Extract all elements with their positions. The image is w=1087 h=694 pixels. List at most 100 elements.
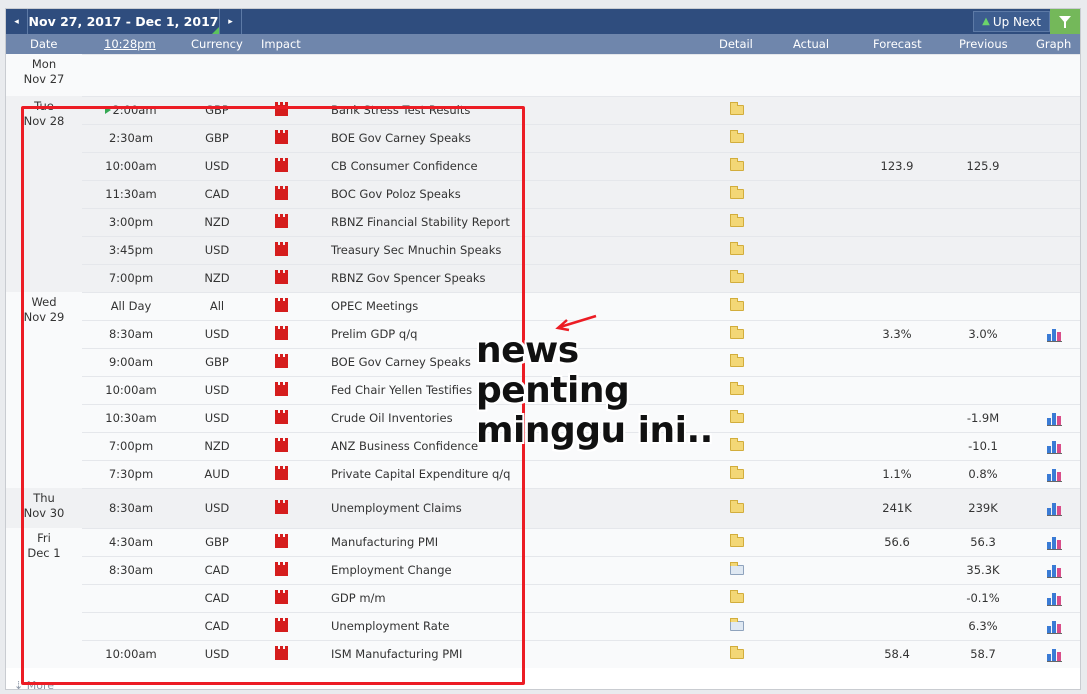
event-forecast: 241K xyxy=(882,501,912,515)
event-title[interactable]: Fed Chair Yellen Testifies xyxy=(331,377,472,404)
event-title[interactable]: BOC Gov Poloz Speaks xyxy=(331,181,461,208)
event-title[interactable]: Employment Change xyxy=(331,557,452,584)
event-title[interactable]: CB Consumer Confidence xyxy=(331,153,478,180)
event-title[interactable]: Crude Oil Inventories xyxy=(331,405,453,432)
event-time-text: 2:30am xyxy=(108,131,154,145)
event-currency: USD xyxy=(204,327,230,341)
graph-chart-icon[interactable] xyxy=(1047,328,1062,342)
impact-high-icon xyxy=(275,382,288,396)
graph-chart-icon[interactable] xyxy=(1047,648,1062,662)
annotation-line-2: minggu ini.. xyxy=(476,410,713,451)
detail-folder-icon[interactable] xyxy=(730,618,744,631)
graph-chart-icon[interactable] xyxy=(1047,592,1062,606)
event-time: 7:00pm xyxy=(82,265,180,292)
event-row[interactable]: 3:45pm USD Treasury Sec Mnuchin Speaks xyxy=(82,236,1080,264)
detail-folder-icon[interactable] xyxy=(730,590,744,603)
week-range-label[interactable]: Nov 27, 2017 - Dec 1, 2017 xyxy=(28,9,220,34)
event-title[interactable]: BOE Gov Carney Speaks xyxy=(331,125,471,152)
detail-folder-icon[interactable] xyxy=(730,186,744,199)
event-row[interactable]: 7:30pm AUD Private Capital Expenditure q/q… xyxy=(82,460,1080,488)
event-row[interactable]: 3:00pm NZD RBNZ Financial Stability Report xyxy=(82,208,1080,236)
event-title[interactable]: GDP m/m xyxy=(331,585,386,612)
event-title[interactable]: Unemployment Claims xyxy=(331,495,462,522)
event-title[interactable]: RBNZ Financial Stability Report xyxy=(331,209,510,236)
event-currency: GBP xyxy=(205,103,229,117)
graph-chart-icon[interactable] xyxy=(1047,440,1062,454)
detail-folder-icon[interactable] xyxy=(730,534,744,547)
day-date: Nov 30 xyxy=(23,506,65,520)
event-time-text: 4:30am xyxy=(108,535,154,549)
event-time: 10:30am xyxy=(82,405,180,432)
event-forecast: 3.3% xyxy=(882,327,912,341)
filter-button[interactable] xyxy=(1050,9,1080,34)
event-title[interactable]: Manufacturing PMI xyxy=(331,529,438,556)
event-row[interactable]: 10:00am USD CB Consumer Confidence 123.9 125… xyxy=(82,152,1080,180)
detail-folder-icon[interactable] xyxy=(730,500,744,513)
event-time: 8:30am xyxy=(82,321,180,348)
day-of-week: Wed xyxy=(31,295,57,309)
event-title[interactable]: Bank Stress Test Results xyxy=(331,97,470,124)
event-currency: USD xyxy=(204,647,230,661)
event-currency: NZD xyxy=(204,439,230,453)
up-next-button[interactable]: ▲ Up Next xyxy=(973,11,1050,32)
detail-folder-icon[interactable] xyxy=(730,562,744,575)
event-row[interactable]: 2:00am GBP Bank Stress Test Results xyxy=(82,96,1080,124)
event-title[interactable]: BOE Gov Carney Speaks xyxy=(331,349,471,376)
graph-chart-icon[interactable] xyxy=(1047,468,1062,482)
event-time: 2:30am xyxy=(82,125,180,152)
event-time-text: 3:00pm xyxy=(108,215,154,229)
graph-chart-icon[interactable] xyxy=(1047,536,1062,550)
event-row[interactable]: 7:00pm NZD RBNZ Gov Spencer Speaks xyxy=(82,264,1080,292)
event-time-text: 10:30am xyxy=(105,411,157,425)
graph-chart-icon[interactable] xyxy=(1047,502,1062,516)
day-date-cell: Wed Nov 29 xyxy=(6,292,82,488)
detail-folder-icon[interactable] xyxy=(730,158,744,171)
next-event-icon xyxy=(105,106,112,114)
event-currency: USD xyxy=(204,501,230,515)
more-link[interactable]: ⇣ More xyxy=(14,679,54,689)
impact-high-icon xyxy=(275,438,288,452)
event-currency: AUD xyxy=(204,467,230,481)
event-row[interactable]: 11:30am CAD BOC Gov Poloz Speaks xyxy=(82,180,1080,208)
dropdown-corner-icon xyxy=(212,27,219,34)
event-title[interactable]: Unemployment Rate xyxy=(331,613,449,640)
event-title[interactable]: Prelim GDP q/q xyxy=(331,321,417,348)
event-time-text: 10:00am xyxy=(105,159,157,173)
event-title[interactable]: RBNZ Gov Spencer Speaks xyxy=(331,265,486,292)
detail-folder-icon[interactable] xyxy=(730,102,744,115)
event-row[interactable]: 8:30am USD Unemployment Claims 241K 239K xyxy=(82,488,1080,528)
event-previous: 0.8% xyxy=(968,467,998,481)
event-title[interactable]: ANZ Business Confidence xyxy=(331,433,478,460)
col-date: Date xyxy=(30,37,58,51)
event-time-text: 3:45pm xyxy=(108,243,154,257)
detail-folder-icon[interactable] xyxy=(730,270,744,283)
event-row[interactable]: CAD GDP m/m -0.1% xyxy=(82,584,1080,612)
event-title[interactable]: Private Capital Expenditure q/q xyxy=(331,461,510,488)
detail-folder-icon[interactable] xyxy=(730,130,744,143)
next-week-button[interactable]: ▸ xyxy=(220,9,242,34)
event-title[interactable]: Treasury Sec Mnuchin Speaks xyxy=(331,237,501,264)
event-row[interactable]: 8:30am CAD Employment Change 35.3K xyxy=(82,556,1080,584)
graph-chart-icon[interactable] xyxy=(1047,564,1062,578)
detail-folder-icon[interactable] xyxy=(730,466,744,479)
graph-chart-icon[interactable] xyxy=(1047,620,1062,634)
detail-folder-icon[interactable] xyxy=(730,298,744,311)
detail-folder-icon[interactable] xyxy=(730,214,744,227)
event-time-text: 8:30am xyxy=(108,501,154,515)
event-row[interactable]: 4:30am GBP Manufacturing PMI 56.6 56.3 xyxy=(82,528,1080,556)
event-time-text: 8:30am xyxy=(108,563,154,577)
graph-chart-icon[interactable] xyxy=(1047,412,1062,426)
event-title[interactable]: ISM Manufacturing PMI xyxy=(331,641,462,668)
event-title[interactable]: OPEC Meetings xyxy=(331,293,418,320)
event-time: 3:45pm xyxy=(82,237,180,264)
event-time: All Day xyxy=(82,293,180,320)
detail-folder-icon[interactable] xyxy=(730,646,744,659)
event-row[interactable]: 2:30am GBP BOE Gov Carney Speaks xyxy=(82,124,1080,152)
detail-folder-icon[interactable] xyxy=(730,242,744,255)
prev-week-button[interactable]: ◂ xyxy=(6,9,28,34)
event-time-text: 8:30am xyxy=(108,327,154,341)
event-time: 2:00am xyxy=(82,97,180,124)
col-time[interactable]: 10:28pm xyxy=(104,37,156,51)
event-row[interactable]: 10:00am USD ISM Manufacturing PMI 58.4 58.7 xyxy=(82,640,1080,668)
event-row[interactable]: CAD Unemployment Rate 6.3% xyxy=(82,612,1080,640)
